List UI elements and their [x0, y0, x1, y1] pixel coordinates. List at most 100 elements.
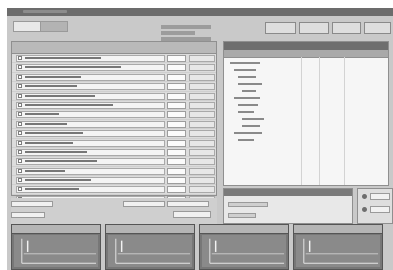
parameter-row[interactable] — [12, 110, 216, 120]
parameter-value[interactable] — [167, 158, 186, 166]
parameter-label — [25, 160, 97, 163]
tree-item[interactable] — [238, 83, 262, 85]
tree-item[interactable] — [238, 111, 254, 113]
tree-item[interactable] — [234, 69, 256, 71]
tree-item[interactable] — [242, 125, 260, 127]
tab-2[interactable] — [40, 21, 68, 32]
tree-item[interactable] — [234, 132, 262, 134]
parameter-row[interactable] — [12, 120, 216, 130]
device-tree-panel — [223, 41, 389, 186]
parameter-row[interactable] — [12, 73, 216, 83]
parameter-label — [25, 113, 59, 116]
parameter-row[interactable] — [12, 139, 216, 148]
parameter-value[interactable] — [167, 186, 186, 194]
parameter-row[interactable] — [12, 185, 216, 195]
checkbox-icon[interactable] — [18, 149, 22, 154]
checkbox-icon[interactable] — [18, 102, 22, 107]
parameter-unit[interactable] — [189, 177, 215, 185]
parameter-row[interactable] — [12, 176, 216, 186]
toolbar-button-3[interactable] — [332, 22, 361, 34]
checkbox-icon[interactable] — [18, 84, 22, 89]
parameter-row[interactable] — [12, 92, 216, 101]
checkbox-icon[interactable] — [18, 168, 22, 173]
control-field[interactable] — [123, 201, 165, 207]
mode-panel — [357, 188, 393, 224]
parameter-value[interactable] — [167, 167, 186, 175]
parameter-unit[interactable] — [189, 130, 215, 138]
parameter-row[interactable] — [12, 63, 216, 73]
checkbox-icon[interactable] — [18, 187, 22, 192]
checkbox-icon[interactable] — [18, 56, 22, 60]
parameter-row[interactable] — [12, 148, 216, 158]
parameter-value[interactable] — [167, 73, 186, 81]
control-field[interactable] — [167, 201, 209, 207]
parameter-unit[interactable] — [189, 73, 215, 81]
parameter-value[interactable] — [167, 64, 186, 72]
parameter-value[interactable] — [167, 55, 186, 62]
checkbox-icon[interactable] — [18, 93, 22, 98]
toolbar-button-2[interactable] — [299, 22, 329, 34]
parameter-value[interactable] — [167, 111, 186, 119]
parameter-value[interactable] — [167, 92, 186, 100]
parameter-value[interactable] — [167, 83, 186, 91]
status-header — [224, 189, 352, 196]
control-field[interactable] — [173, 211, 211, 218]
checkbox-icon[interactable] — [18, 121, 22, 126]
tree-item[interactable] — [242, 90, 256, 92]
parameter-value[interactable] — [167, 177, 186, 185]
parameter-value[interactable] — [167, 148, 186, 156]
parameter-unit[interactable] — [189, 111, 215, 119]
tree-item[interactable] — [238, 104, 258, 106]
mode-field[interactable] — [370, 193, 390, 200]
checkbox-icon[interactable] — [18, 178, 22, 183]
parameter-value[interactable] — [167, 120, 186, 128]
toolbar-button-4[interactable] — [364, 22, 391, 34]
parameter-row[interactable] — [12, 82, 216, 92]
parameter-unit[interactable] — [189, 148, 215, 156]
mode-field[interactable] — [370, 206, 390, 213]
checkbox-icon[interactable] — [18, 65, 22, 70]
tree-item[interactable] — [242, 118, 264, 120]
parameter-value[interactable] — [167, 101, 186, 109]
parameter-row[interactable] — [12, 101, 216, 111]
parameter-row[interactable] — [12, 54, 216, 64]
tree-item[interactable] — [230, 62, 260, 64]
parameter-value[interactable] — [167, 139, 186, 147]
parameter-unit[interactable] — [189, 139, 215, 147]
toolbar-button-1[interactable] — [265, 22, 296, 34]
parameter-row[interactable] — [12, 167, 216, 177]
tab-1[interactable] — [13, 21, 41, 32]
parameter-label — [25, 188, 79, 191]
parameter-unit[interactable] — [189, 158, 215, 166]
parameter-unit[interactable] — [189, 92, 215, 100]
tree-item[interactable] — [238, 76, 256, 78]
parameter-unit[interactable] — [189, 101, 215, 109]
tree-item[interactable] — [238, 139, 254, 141]
checkbox-icon[interactable] — [18, 140, 22, 145]
control-field[interactable] — [11, 201, 53, 207]
checkbox-icon[interactable] — [18, 112, 22, 117]
parameter-unit[interactable] — [189, 64, 215, 72]
parameter-label — [25, 169, 65, 172]
scope-header — [106, 225, 194, 234]
tree-column-divider — [344, 57, 345, 185]
parameter-row[interactable] — [12, 157, 216, 167]
radio-icon[interactable] — [362, 194, 367, 199]
parameter-unit[interactable] — [189, 83, 215, 91]
parameter-unit[interactable] — [189, 120, 215, 128]
checkbox-icon[interactable] — [18, 131, 22, 136]
tree-column-divider — [319, 57, 320, 185]
parameter-row[interactable] — [12, 129, 216, 139]
parameter-unit[interactable] — [189, 167, 215, 175]
parameter-value[interactable] — [167, 130, 186, 138]
parameter-unit[interactable] — [189, 186, 215, 194]
tree-item[interactable] — [234, 97, 260, 99]
parameter-unit[interactable] — [189, 55, 215, 62]
window-title — [23, 10, 67, 13]
scope-icon — [202, 235, 286, 267]
radio-icon[interactable] — [362, 207, 367, 212]
control-field[interactable] — [11, 212, 45, 218]
checkbox-icon[interactable] — [18, 74, 22, 79]
parameter-header — [12, 42, 216, 54]
checkbox-icon[interactable] — [18, 159, 22, 164]
